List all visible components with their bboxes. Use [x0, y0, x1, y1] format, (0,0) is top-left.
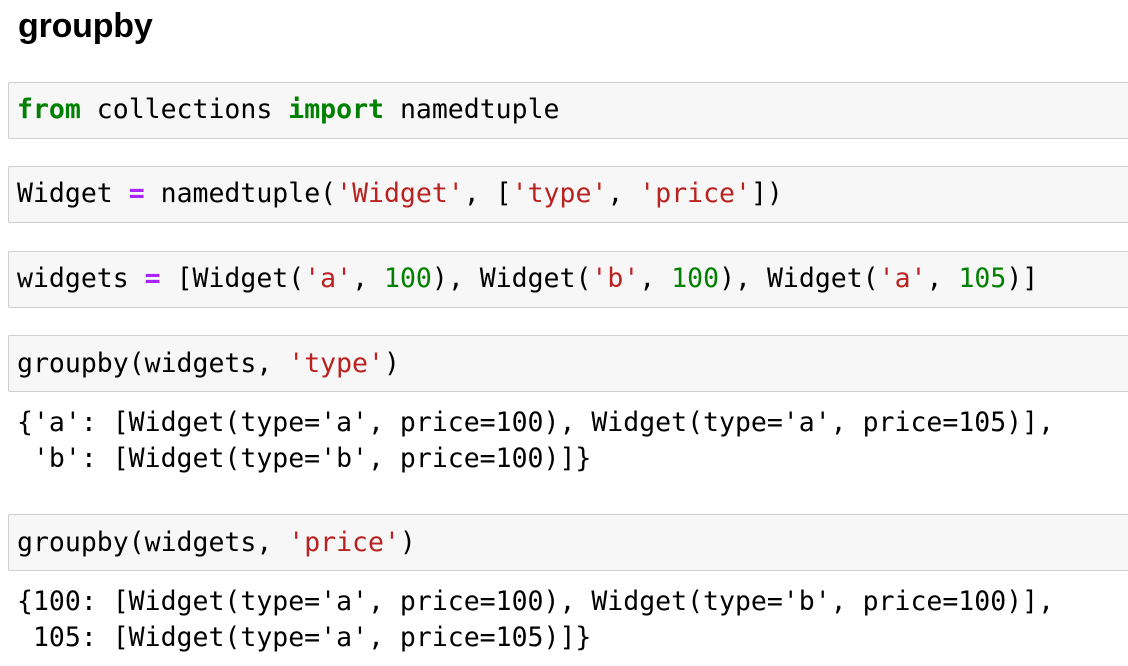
code-token: [Widget( — [160, 263, 305, 294]
code-token: ), Widget( — [431, 263, 592, 294]
code-token: groupby(widgets, — [17, 527, 289, 558]
cell-4-code: groupby(widgets, 'type') — [17, 346, 400, 382]
code-token: widgets — [17, 263, 145, 294]
code-token: , — [352, 263, 384, 294]
code-token: = — [128, 178, 145, 209]
code-token: ) — [383, 348, 400, 379]
code-token: import — [288, 94, 384, 125]
code-token: namedtuple — [383, 94, 560, 125]
notebook-heading: groupby — [18, 7, 153, 45]
code-token: 'price' — [639, 178, 751, 209]
code-token: , — [607, 178, 640, 209]
code-token: 100 — [384, 263, 432, 294]
code-token: groupby(widgets, — [17, 348, 289, 379]
code-token: 100 — [671, 263, 720, 294]
code-token: , — [926, 263, 959, 294]
output-line: 'b': [Widget(type='b', price=100)]} — [17, 443, 592, 474]
code-token: 'type' — [511, 178, 608, 209]
code-token: ) — [399, 527, 416, 558]
code-token: 'Widget' — [336, 178, 464, 209]
cell-5-output: {100: [Widget(type='a', price=100), Widg… — [17, 584, 1054, 656]
code-token: from — [17, 94, 81, 125]
code-token: 'a' — [304, 263, 353, 294]
code-token: , — [639, 263, 672, 294]
cell-2-code: Widget = namedtuple('Widget', ['type', '… — [17, 176, 783, 212]
cell-3-code: widgets = [Widget('a', 100), Widget('b',… — [17, 261, 1038, 297]
output-line: 105: [Widget(type='a', price=105)]} — [17, 622, 592, 653]
code-token: = — [144, 263, 161, 294]
cell-5-code: groupby(widgets, 'price') — [17, 525, 416, 561]
cell-4-output: {'a': [Widget(type='a', price=100), Widg… — [17, 405, 1054, 477]
code-token: ), Widget( — [719, 263, 879, 294]
code-token: , [ — [463, 178, 512, 209]
code-token: Widget — [17, 178, 129, 209]
code-token: 'a' — [878, 263, 927, 294]
code-token: namedtuple( — [144, 178, 337, 209]
cell-1-code: from collections import namedtuple — [17, 92, 559, 128]
code-token: 'b' — [591, 263, 640, 294]
code-token: 'type' — [288, 348, 384, 379]
output-line: {'a': [Widget(type='a', price=100), Widg… — [17, 407, 1055, 438]
output-line: {100: [Widget(type='a', price=100), Widg… — [17, 586, 1055, 617]
code-token: ]) — [750, 178, 783, 209]
code-token: collections — [80, 94, 289, 125]
code-token: 105 — [958, 263, 1007, 294]
code-token: 'price' — [288, 527, 400, 558]
code-token: )] — [1006, 263, 1039, 294]
